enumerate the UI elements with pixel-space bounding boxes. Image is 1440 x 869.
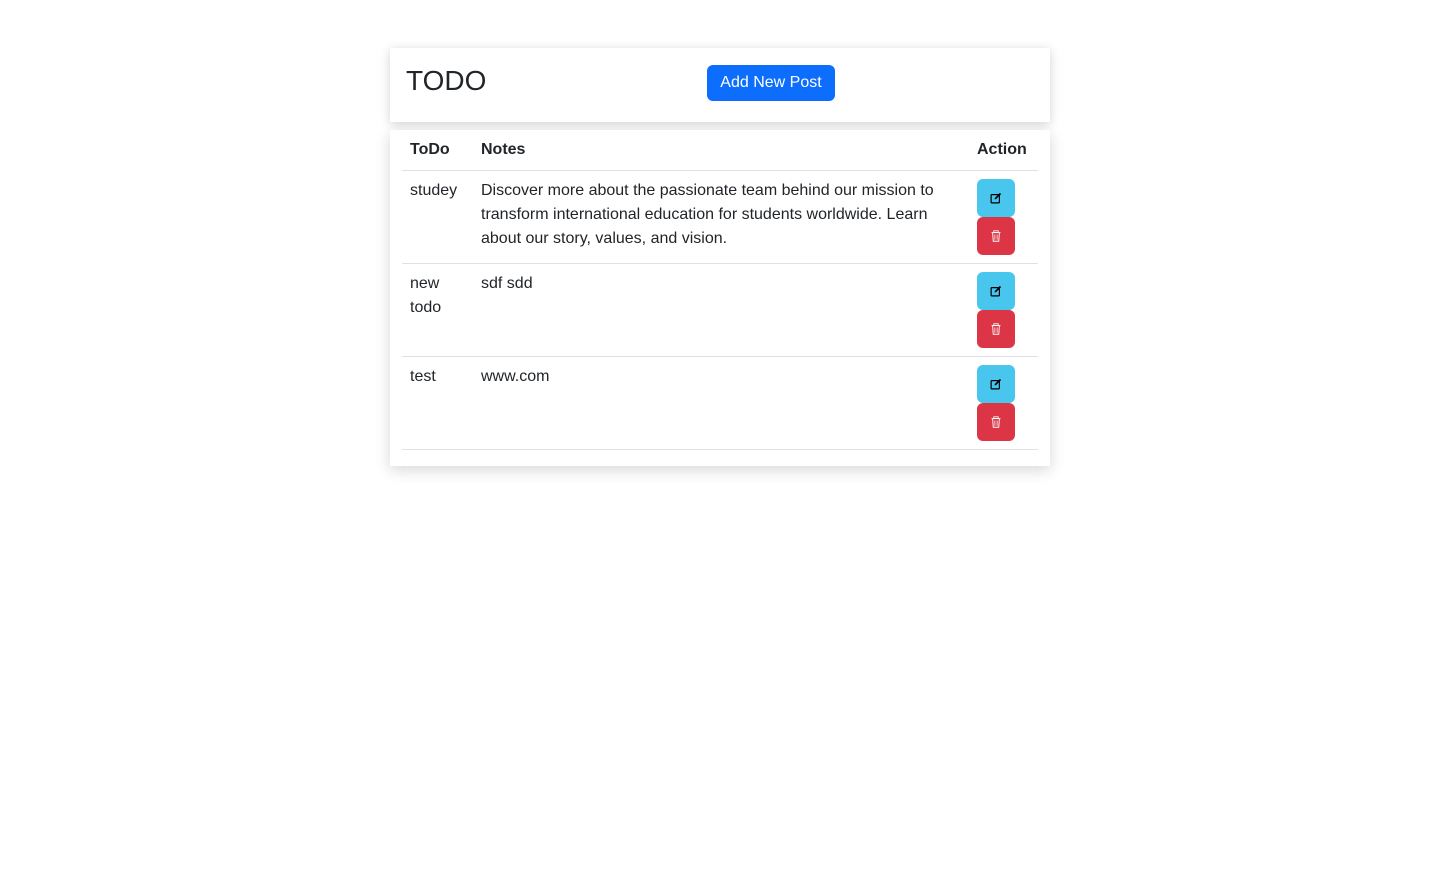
trash-icon	[991, 323, 1001, 335]
table-header-row: ToDo Notes Action	[402, 130, 1038, 171]
action-cell	[969, 356, 1038, 450]
header-card: TODO Add New Post	[390, 48, 1050, 122]
todo-cell: test	[402, 356, 473, 450]
delete-button[interactable]	[977, 403, 1015, 441]
action-cell	[969, 170, 1038, 264]
column-header-action: Action	[969, 130, 1038, 171]
edit-button[interactable]	[977, 365, 1015, 403]
delete-button[interactable]	[977, 217, 1015, 255]
notes-cell: sdf sdd	[473, 263, 969, 357]
notes-cell: Discover more about the passionate team …	[473, 170, 969, 264]
column-header-todo: ToDo	[402, 130, 473, 171]
edit-button[interactable]	[977, 179, 1015, 217]
page-title: TODO	[406, 65, 487, 96]
add-new-post-button[interactable]: Add New Post	[707, 65, 835, 101]
notes-cell: www.com	[473, 356, 969, 450]
todo-table: ToDo Notes Action studey Discover more a…	[402, 130, 1038, 450]
action-cell	[969, 263, 1038, 357]
table-row: test www.com	[402, 356, 1038, 450]
delete-button[interactable]	[977, 310, 1015, 348]
edit-square-icon	[990, 192, 1002, 204]
edit-square-icon	[990, 285, 1002, 297]
trash-icon	[991, 230, 1001, 242]
todo-table-card: ToDo Notes Action studey Discover more a…	[390, 130, 1050, 466]
trash-icon	[991, 416, 1001, 428]
table-row: studey Discover more about the passionat…	[402, 170, 1038, 264]
todo-cell: studey	[402, 170, 473, 264]
todo-cell: new todo	[402, 263, 473, 357]
column-header-notes: Notes	[473, 130, 969, 171]
table-row: new todo sdf sdd	[402, 263, 1038, 357]
edit-square-icon	[990, 378, 1002, 390]
edit-button[interactable]	[977, 272, 1015, 310]
